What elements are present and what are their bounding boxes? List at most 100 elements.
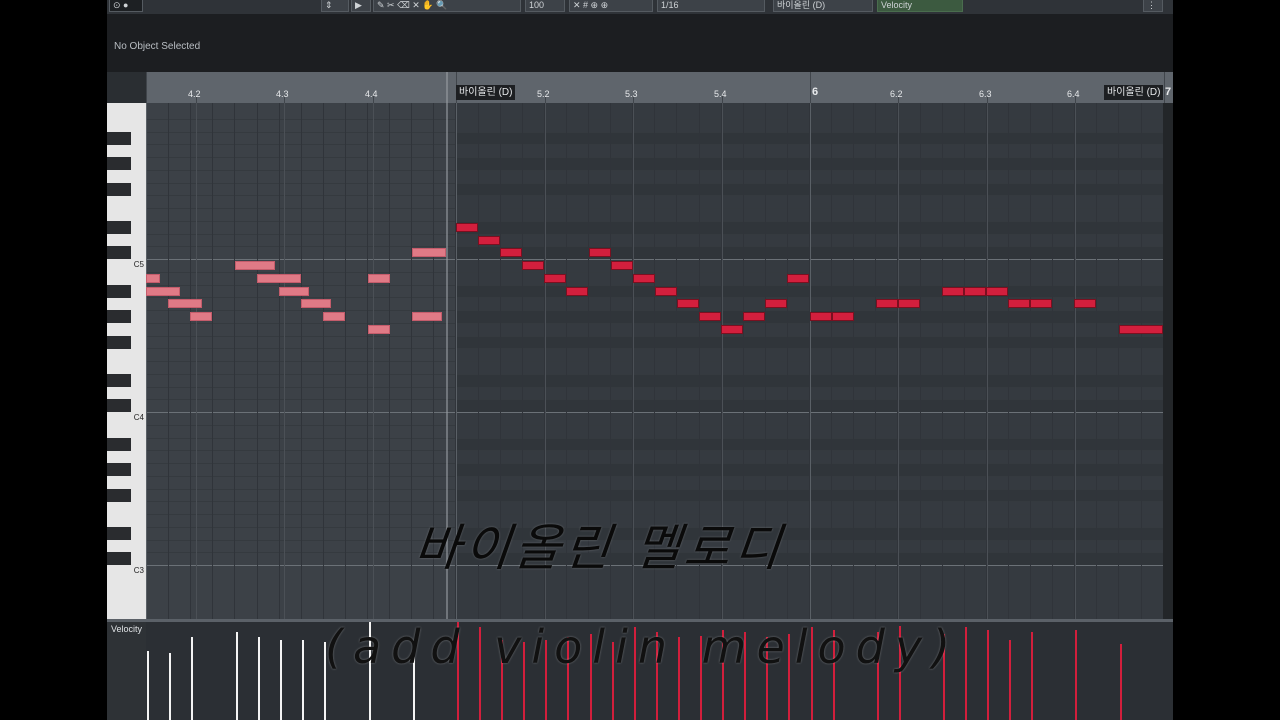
- velocity-bar[interactable]: [1120, 644, 1122, 720]
- black-key[interactable]: [107, 246, 131, 260]
- velocity-bar[interactable]: [191, 637, 193, 720]
- velocity-bar[interactable]: [169, 653, 171, 720]
- midi-note[interactable]: [787, 273, 809, 283]
- black-key[interactable]: [107, 437, 131, 451]
- midi-note[interactable]: [190, 312, 212, 321]
- midi-note[interactable]: [368, 324, 390, 334]
- snap-controls[interactable]: ✕ # ⊕ ⊕: [569, 0, 653, 12]
- beat-line: [284, 103, 285, 619]
- grid-line: [787, 103, 788, 619]
- edit-tools-group[interactable]: ✎ ✂ ⌫ ✕ ✋ 🔍: [373, 0, 521, 12]
- midi-note[interactable]: [168, 299, 202, 309]
- black-key[interactable]: [107, 284, 131, 298]
- quantize-select[interactable]: 1/16: [657, 0, 765, 12]
- transport-tool-button[interactable]: ⇕: [321, 0, 349, 12]
- midi-note[interactable]: [611, 261, 633, 270]
- midi-note[interactable]: [456, 222, 478, 232]
- midi-note[interactable]: [1030, 299, 1052, 309]
- midi-note[interactable]: [235, 261, 275, 270]
- black-key[interactable]: [107, 157, 131, 170]
- midi-note[interactable]: [810, 312, 832, 321]
- black-key[interactable]: [107, 310, 131, 323]
- velocity-bar[interactable]: [258, 637, 260, 720]
- selection-status-text: No Object Selected: [114, 41, 201, 52]
- midi-note[interactable]: [986, 286, 1008, 296]
- black-key[interactable]: [107, 373, 131, 387]
- midi-note[interactable]: [655, 286, 677, 296]
- velocity-bar[interactable]: [1031, 632, 1033, 720]
- korean-caption: 바이올린 멜로디: [411, 519, 788, 577]
- midi-note[interactable]: [1074, 299, 1096, 309]
- black-key[interactable]: [107, 220, 131, 234]
- black-key[interactable]: [107, 131, 131, 145]
- grid-line: [257, 103, 258, 619]
- black-key[interactable]: [107, 463, 131, 476]
- midi-note[interactable]: [279, 286, 309, 296]
- midi-note[interactable]: [964, 286, 986, 296]
- velocity-field[interactable]: 100: [525, 0, 565, 12]
- octave-label: C4: [133, 413, 144, 422]
- black-key[interactable]: [107, 488, 131, 502]
- midi-note[interactable]: [544, 273, 566, 283]
- grid-line: [853, 103, 854, 619]
- midi-note[interactable]: [677, 299, 699, 309]
- midi-note[interactable]: [765, 299, 787, 309]
- midi-note[interactable]: [566, 286, 588, 296]
- velocity-bar[interactable]: [302, 640, 304, 720]
- midi-note[interactable]: [1008, 299, 1030, 309]
- solo-button[interactable]: ⊙ ●: [109, 0, 143, 12]
- grid-line: [234, 103, 235, 619]
- midi-note[interactable]: [146, 286, 180, 296]
- grid-line: [1052, 103, 1053, 619]
- beat-line: [1075, 103, 1076, 619]
- grid-line: [168, 103, 169, 619]
- ruler-beat-label: 5.3: [625, 89, 638, 99]
- timeline-ruler[interactable]: 4.2 4.3 4.4 5.2 5.3 5.4 6.2 6.3 6.4 6 7 바이올린 (D) 바이올…: [146, 72, 1173, 103]
- midi-note[interactable]: [368, 273, 390, 283]
- black-key[interactable]: [107, 335, 131, 349]
- midi-note[interactable]: [832, 312, 854, 321]
- velocity-bar[interactable]: [1075, 630, 1077, 720]
- grid-line: [942, 103, 943, 619]
- ruler-beat-label: 6.3: [979, 89, 992, 99]
- midi-note[interactable]: [743, 312, 765, 321]
- midi-note[interactable]: [699, 312, 721, 321]
- black-key[interactable]: [107, 552, 131, 566]
- midi-note[interactable]: [942, 286, 964, 296]
- black-key[interactable]: [107, 182, 131, 196]
- ruler-tick: [146, 72, 147, 103]
- velocity-bar[interactable]: [236, 632, 238, 720]
- velocity-bar[interactable]: [280, 640, 282, 720]
- object-select-tool[interactable]: ▶: [351, 0, 371, 12]
- midi-note[interactable]: [721, 324, 743, 334]
- black-key[interactable]: [107, 526, 131, 540]
- grid-line: [1141, 103, 1142, 619]
- velocity-bar[interactable]: [987, 630, 989, 720]
- midi-note[interactable]: [478, 235, 500, 245]
- ruler-part-label[interactable]: 바이올린 (D): [1104, 85, 1164, 100]
- midi-note[interactable]: [876, 299, 898, 309]
- part-select[interactable]: 바이올린 (D): [773, 0, 873, 12]
- midi-note[interactable]: [1119, 324, 1163, 334]
- piano-keyboard[interactable]: C5 C4 C3: [107, 103, 146, 619]
- black-key[interactable]: [107, 399, 131, 413]
- midi-note[interactable]: [898, 299, 920, 309]
- midi-note[interactable]: [323, 312, 345, 321]
- velocity-bar[interactable]: [1009, 640, 1011, 720]
- window-menu-button[interactable]: ⋮: [1143, 0, 1163, 12]
- midi-note[interactable]: [412, 248, 446, 258]
- midi-note[interactable]: [301, 299, 331, 309]
- velocity-bar[interactable]: [147, 651, 149, 720]
- controller-lane-select[interactable]: Velocity: [877, 0, 963, 12]
- midi-note[interactable]: [257, 273, 301, 283]
- midi-note[interactable]: [522, 261, 544, 270]
- ruler-part-label[interactable]: 바이올린 (D): [456, 85, 516, 100]
- velocity-bar[interactable]: [965, 627, 967, 720]
- ruler-beat-label: 4.3: [276, 89, 289, 99]
- midi-note[interactable]: [633, 273, 655, 283]
- midi-note[interactable]: [589, 248, 611, 258]
- midi-note[interactable]: [500, 248, 522, 258]
- vertical-scrollbar[interactable]: [1163, 103, 1173, 619]
- midi-note[interactable]: [146, 273, 160, 283]
- midi-note[interactable]: [412, 312, 442, 321]
